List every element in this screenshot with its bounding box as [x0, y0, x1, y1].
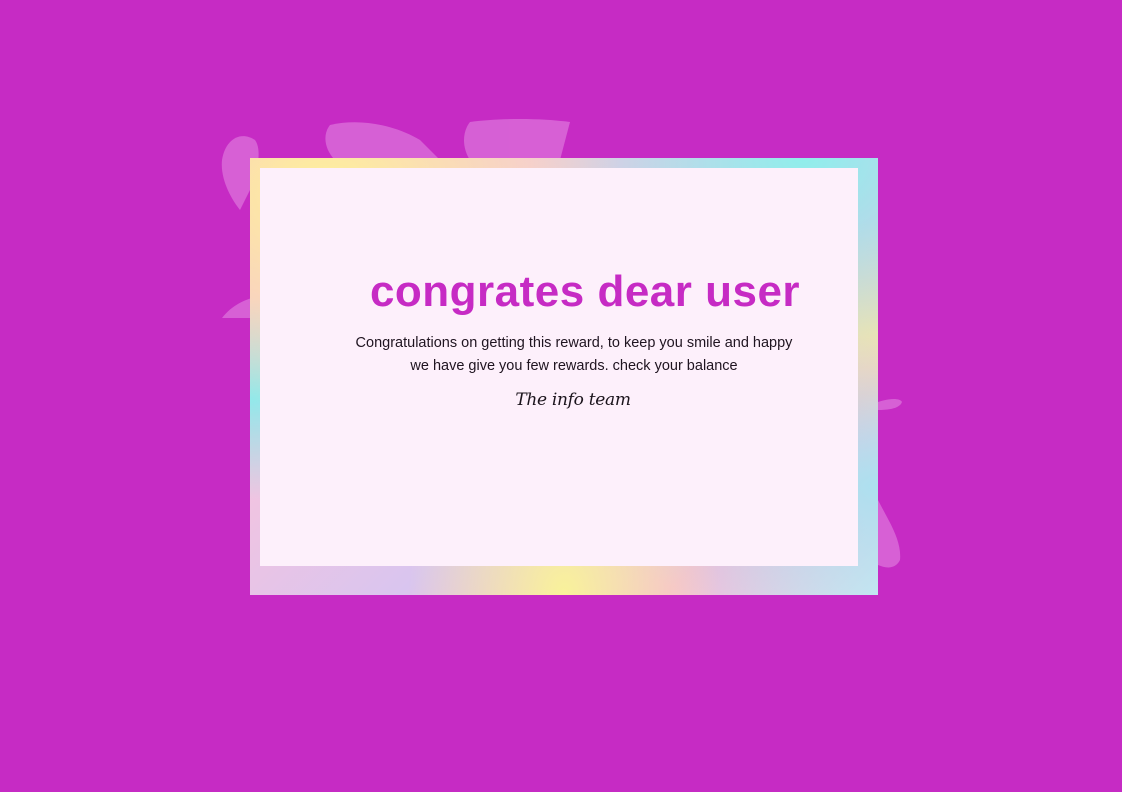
page-background: { "card": { "title": "congrates dear use…	[0, 0, 1122, 792]
card-signature: The info team	[515, 390, 631, 410]
card-message: Congratulations on getting this reward, …	[355, 335, 793, 374]
card-panel: congrates dear user Congratulations on g…	[260, 168, 858, 566]
holographic-card-frame: congrates dear user Congratulations on g…	[250, 158, 878, 595]
card-title: congrates dear user	[369, 267, 801, 316]
